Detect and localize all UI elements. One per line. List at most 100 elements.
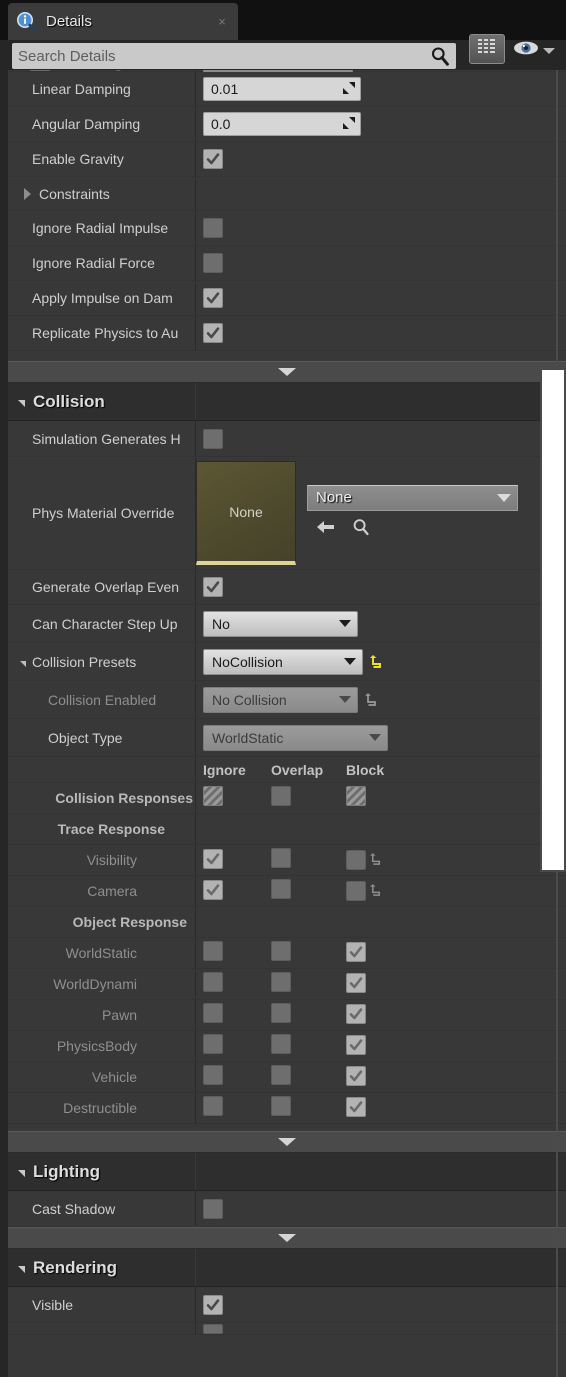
mass-in-kg-checkbox[interactable] [30, 70, 50, 71]
chevron-right-icon[interactable] [24, 187, 31, 200]
enable-gravity-checkbox[interactable] [203, 149, 223, 169]
chevron-down-icon[interactable] [18, 1170, 25, 1177]
trace-camera-block-checkbox[interactable] [346, 881, 366, 901]
search-input[interactable]: Search Details [12, 43, 456, 69]
object-pawn-ignore-checkbox[interactable] [203, 1002, 223, 1023]
object-physicsbody-ignore-checkbox[interactable] [203, 1033, 223, 1054]
drag-handle-icon[interactable] [342, 81, 356, 98]
object-physicsbody-block-checkbox[interactable] [346, 1035, 366, 1055]
property-row-linear-damping[interactable]: Linear Damping 0.01 [8, 72, 566, 107]
property-row-object-worlddynamic[interactable]: WorldDynami [8, 969, 566, 1000]
angular-damping-input[interactable]: 0.0 [203, 112, 361, 136]
object-destructible-overlap-checkbox[interactable] [271, 1095, 291, 1116]
back-arrow-icon[interactable] [315, 518, 337, 541]
apply-impulse-on-damage-checkbox[interactable] [203, 288, 223, 308]
property-row-generate-overlap-events[interactable]: Generate Overlap Even [8, 570, 566, 605]
trace-visibility-ignore-checkbox[interactable] [203, 849, 223, 869]
property-row-collision-responses[interactable]: Collision Responses [8, 783, 566, 814]
object-physicsbody-overlap-checkbox[interactable] [271, 1033, 291, 1054]
object-worldstatic-block-checkbox[interactable] [346, 942, 366, 962]
column-grid-button[interactable] [469, 34, 505, 64]
ignore-radial-impulse-checkbox[interactable] [203, 218, 223, 238]
property-row-ignore-radial-impulse[interactable]: Ignore Radial Impulse [8, 211, 566, 246]
property-row-apply-impulse-on-damage[interactable]: Apply Impulse on Dam [8, 281, 566, 316]
reset-arrow-icon[interactable] [370, 883, 384, 899]
property-row-enable-gravity[interactable]: Enable Gravity [8, 142, 566, 177]
object-worlddynamic-block-checkbox[interactable] [346, 973, 366, 993]
section-header-rendering[interactable]: Rendering [8, 1249, 566, 1287]
object-type-dropdown[interactable]: WorldStatic [203, 724, 388, 751]
section-collapse-separator[interactable] [8, 1131, 566, 1153]
chevron-down-icon[interactable] [278, 1138, 296, 1146]
object-worlddynamic-overlap-checkbox[interactable] [271, 971, 291, 992]
property-row-clipped[interactable] [8, 1323, 566, 1335]
property-row-object-physicsbody[interactable]: PhysicsBody [8, 1031, 566, 1062]
scrollbar-thumb[interactable] [540, 368, 566, 872]
property-row-object-destructible[interactable]: Destructible [8, 1093, 566, 1124]
object-pawn-overlap-checkbox[interactable] [271, 1002, 291, 1023]
section-collapse-separator[interactable] [8, 1227, 566, 1249]
can-character-step-up-dropdown[interactable]: No [203, 610, 358, 637]
collision-enabled-dropdown[interactable]: No Collision [203, 686, 358, 713]
collision-presets-dropdown[interactable]: NoCollision [203, 648, 363, 675]
chevron-down-icon[interactable] [543, 48, 555, 54]
chevron-down-icon[interactable] [18, 1266, 25, 1273]
trace-visibility-block-checkbox[interactable] [346, 850, 366, 870]
ignore-radial-force-checkbox[interactable] [203, 253, 223, 273]
visible-checkbox[interactable] [203, 1294, 223, 1315]
phys-material-thumbnail[interactable]: None [196, 461, 296, 565]
drag-handle-icon[interactable] [342, 116, 356, 133]
trace-visibility-overlap-checkbox[interactable] [271, 847, 291, 868]
trace-camera-overlap-checkbox[interactable] [271, 878, 291, 899]
section-collapse-separator[interactable] [8, 361, 566, 383]
property-row-object-worldstatic[interactable]: WorldStatic [8, 938, 566, 969]
section-header-lighting[interactable]: Lighting [8, 1153, 566, 1191]
tab-details[interactable]: Details × [8, 3, 238, 40]
reset-arrow-icon[interactable] [370, 654, 384, 670]
clipped-checkbox[interactable] [203, 1323, 223, 1334]
property-row-simulation-generates-hit-events[interactable]: Simulation Generates H [8, 421, 566, 457]
chevron-down-icon[interactable] [278, 368, 296, 376]
property-row-object-vehicle[interactable]: Vehicle [8, 1062, 566, 1093]
object-pawn-block-checkbox[interactable] [346, 1004, 366, 1024]
object-destructible-ignore-checkbox[interactable] [203, 1095, 223, 1116]
object-vehicle-ignore-checkbox[interactable] [203, 1064, 223, 1085]
object-worldstatic-overlap-checkbox[interactable] [271, 940, 291, 961]
replicate-physics-checkbox[interactable] [203, 323, 223, 343]
cast-shadow-checkbox[interactable] [203, 1198, 223, 1219]
collision-responses-overlap-checkbox[interactable] [271, 785, 291, 806]
property-row-collision-presets[interactable]: Collision Presets NoCollision [8, 643, 566, 681]
property-row-trace-camera[interactable]: Camera [8, 876, 566, 907]
reset-arrow-icon[interactable] [365, 692, 379, 708]
object-worlddynamic-ignore-checkbox[interactable] [203, 971, 223, 992]
property-row-can-character-step-up[interactable]: Can Character Step Up No [8, 605, 566, 643]
property-row-cast-shadow[interactable]: Cast Shadow [8, 1191, 566, 1227]
object-vehicle-overlap-checkbox[interactable] [271, 1064, 291, 1085]
collision-responses-ignore-checkbox[interactable] [203, 785, 223, 806]
property-row-object-pawn[interactable]: Pawn [8, 1000, 566, 1031]
chevron-down-icon[interactable] [278, 1234, 296, 1242]
generate-overlap-events-checkbox[interactable] [203, 577, 223, 597]
visibility-eye-button[interactable] [512, 41, 542, 58]
chevron-down-icon[interactable] [20, 660, 26, 667]
object-vehicle-block-checkbox[interactable] [346, 1066, 366, 1086]
chevron-down-icon[interactable] [18, 400, 25, 407]
property-row-collision-enabled[interactable]: Collision Enabled No Collision [8, 681, 566, 719]
trace-camera-ignore-checkbox[interactable] [203, 880, 223, 900]
phys-material-asset-picker[interactable]: None [307, 484, 518, 511]
property-row-replicate-physics[interactable]: Replicate Physics to Au [8, 316, 566, 351]
linear-damping-input[interactable]: 0.01 [203, 77, 361, 101]
property-row-constraints[interactable]: Constraints [8, 177, 566, 211]
property-row-phys-material-override[interactable]: Phys Material Override None None [8, 457, 566, 570]
object-destructible-block-checkbox[interactable] [346, 1097, 366, 1117]
section-header-collision[interactable]: Collision [8, 383, 566, 421]
property-row-ignore-radial-force[interactable]: Ignore Radial Force [8, 246, 566, 281]
property-row-object-type[interactable]: Object Type WorldStatic [8, 719, 566, 757]
property-row-visible[interactable]: Visible [8, 1287, 566, 1323]
reset-arrow-icon[interactable] [370, 852, 384, 868]
property-row-angular-damping[interactable]: Angular Damping 0.0 [8, 107, 566, 142]
close-icon[interactable]: × [214, 14, 230, 30]
magnifier-icon[interactable] [351, 517, 371, 542]
collision-responses-block-checkbox[interactable] [346, 785, 366, 806]
simulation-generates-hit-events-checkbox[interactable] [203, 428, 223, 449]
